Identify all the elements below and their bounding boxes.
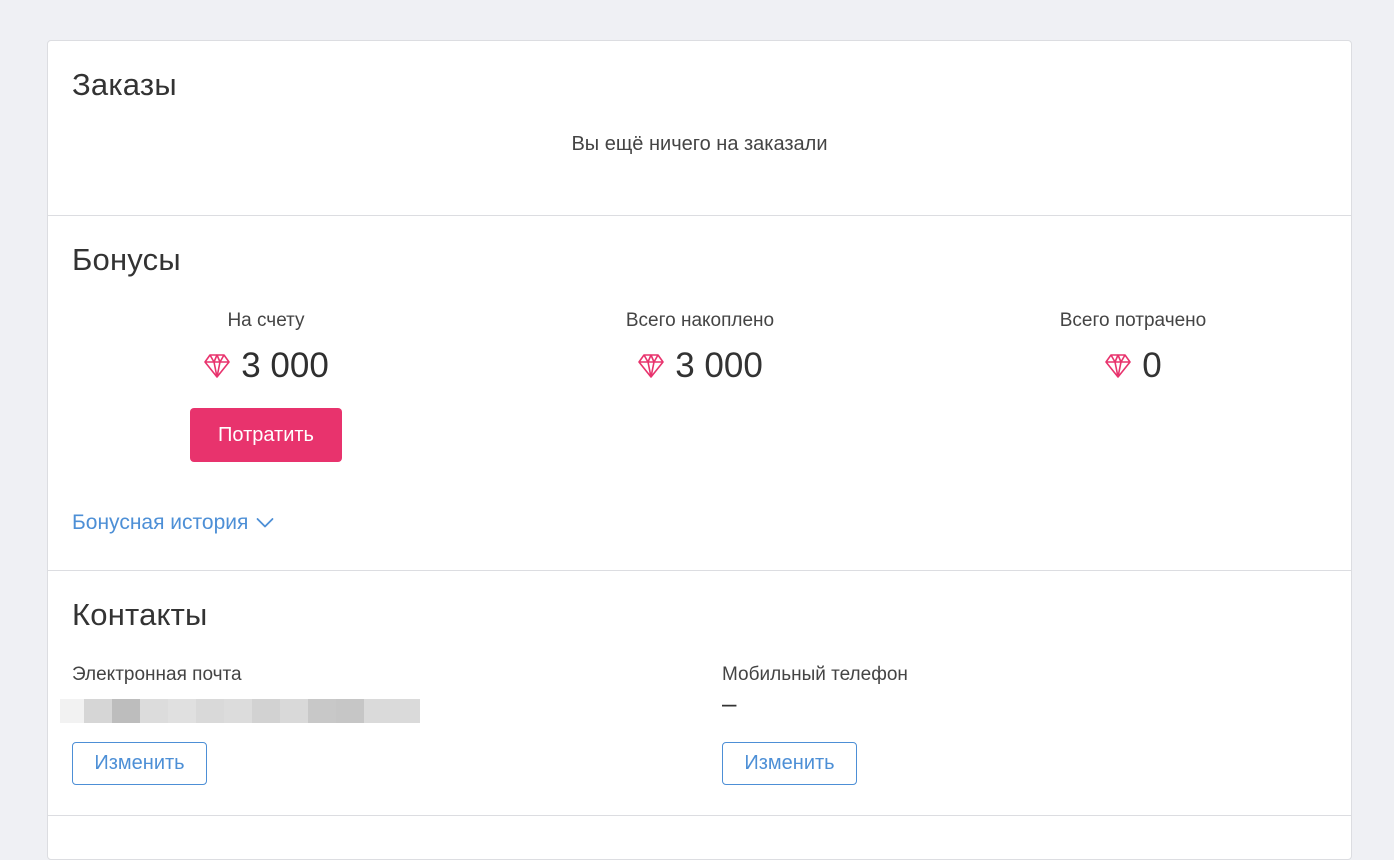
- profile-card: Заказы Вы ещё ничего на заказали Бонусы …: [47, 40, 1352, 860]
- bonus-balance: На счету 3 000: [116, 310, 416, 386]
- orders-section: Заказы Вы ещё ничего на заказали: [48, 41, 1351, 216]
- orders-empty-text: Вы ещё ничего на заказали: [571, 133, 828, 155]
- bonus-history-label: Бонусная история: [72, 511, 249, 534]
- diamond-icon: [1105, 354, 1132, 378]
- email-value-redacted: [60, 699, 420, 723]
- phone-label: Мобильный телефон: [722, 664, 908, 685]
- email-label: Электронная почта: [72, 664, 242, 685]
- bonus-spent-label: Всего потрачено: [1059, 310, 1207, 331]
- bonus-history-link[interactable]: Бонусная история: [72, 511, 274, 535]
- diamond-icon: [638, 354, 665, 378]
- chevron-down-icon: [256, 518, 274, 528]
- bonus-accumulated-label: Всего накоплено: [625, 310, 775, 331]
- bonus-spent-value: 0: [1142, 346, 1162, 385]
- edit-email-button[interactable]: Изменить: [72, 742, 207, 785]
- edit-phone-button[interactable]: Изменить: [722, 742, 857, 785]
- bonuses-section: Бонусы На счету 3 000 Всего накоплено 3 …: [48, 216, 1351, 571]
- contacts-title: Контакты: [72, 597, 208, 632]
- bonus-accumulated-value: 3 000: [675, 346, 763, 385]
- bonus-accumulated: Всего накоплено 3 000: [550, 310, 850, 386]
- bonus-spent: Всего потрачено 0: [983, 310, 1283, 386]
- phone-value: –: [722, 688, 737, 718]
- orders-title: Заказы: [72, 67, 177, 102]
- bonuses-title: Бонусы: [72, 242, 181, 277]
- spend-bonus-button[interactable]: Потратить: [190, 408, 342, 462]
- bonus-balance-value: 3 000: [241, 346, 329, 385]
- bonus-balance-label: На счету: [227, 310, 305, 331]
- contacts-section: Контакты Электронная почта Изменить Моби…: [48, 571, 1351, 816]
- diamond-icon: [204, 354, 231, 378]
